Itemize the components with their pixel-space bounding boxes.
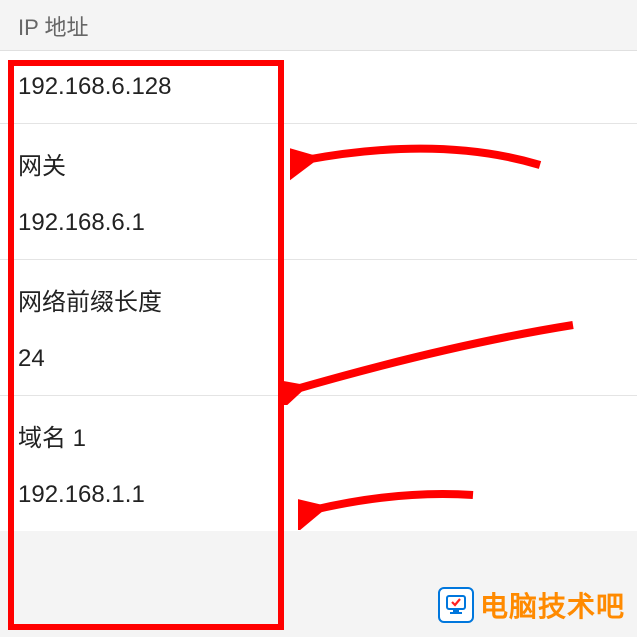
- section-title-text: IP 地址: [18, 15, 89, 40]
- ip-address-value: 192.168.6.128: [18, 73, 619, 101]
- gateway-label: 网关: [18, 124, 619, 181]
- watermark-text: 电脑技术吧: [480, 585, 625, 625]
- dns1-field[interactable]: 域名 1 192.168.1.1: [0, 396, 637, 531]
- prefix-length-field[interactable]: 网络前缀长度 24: [0, 260, 637, 396]
- prefix-length-label: 网络前缀长度: [18, 260, 619, 317]
- ip-address-field[interactable]: 192.168.6.128: [0, 51, 637, 124]
- gateway-field[interactable]: 网关 192.168.6.1: [0, 124, 637, 260]
- ip-settings-form: 192.168.6.128 网关 192.168.6.1 网络前缀长度 24 域…: [0, 50, 637, 531]
- watermark-logo-icon: [438, 587, 474, 623]
- dns1-label: 域名 1: [18, 396, 619, 453]
- dns1-value: 192.168.1.1: [18, 453, 619, 531]
- watermark: 电脑技术吧: [438, 585, 625, 625]
- gateway-value: 192.168.6.1: [18, 181, 619, 259]
- prefix-length-value: 24: [18, 317, 619, 395]
- section-title: IP 地址: [0, 0, 637, 50]
